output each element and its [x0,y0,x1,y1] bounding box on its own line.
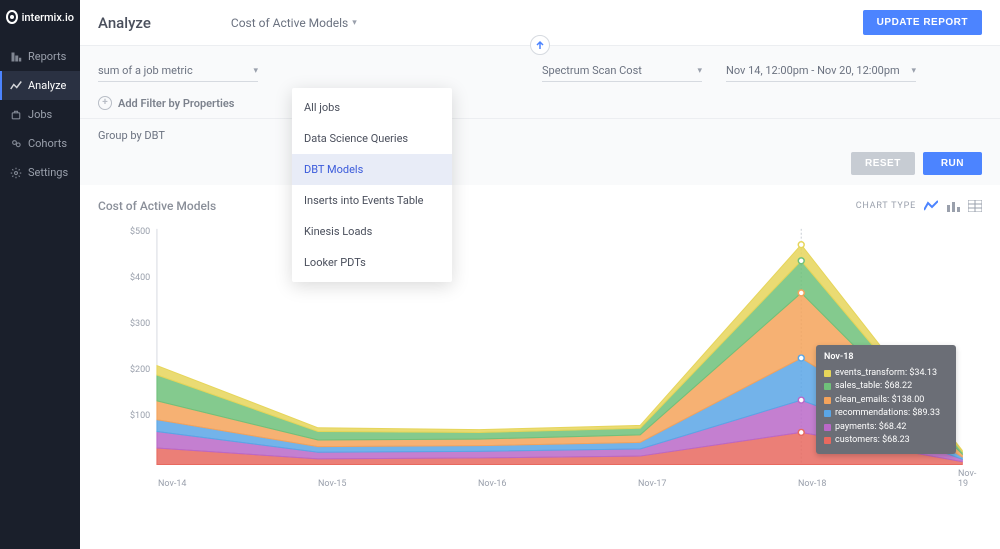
sidebar-item-label: Jobs [28,108,52,121]
bar-chart-icon[interactable] [946,200,960,212]
cohorts-icon [10,138,22,150]
dropdown-option[interactable]: All jobs [292,92,452,123]
y-tick: $200 [130,365,150,375]
metric-select[interactable]: sum of a job metric ▾ [98,60,258,82]
tooltip-row: payments: $68.42 [835,421,906,435]
dropdown-option[interactable]: Looker PDTs [292,247,452,278]
page-title: Analyze [98,14,151,32]
sidebar: intermix.io Reports Analyze Jobs Cohorts… [0,0,80,549]
swatch-icon [824,383,831,390]
sidebar-item-cohorts[interactable]: Cohorts [0,129,80,158]
sidebar-item-reports[interactable]: Reports [0,42,80,71]
brand-logo: intermix.io [0,0,80,34]
chevron-down-icon: ▾ [697,66,702,76]
swatch-icon [824,410,831,417]
chart-title: Cost of Active Models [98,199,216,213]
tooltip-row: events_transform: $34.13 [835,367,937,381]
x-tick: Nov-18 [798,479,826,489]
swatch-icon [824,397,831,404]
chevron-down-icon: ▾ [911,66,916,76]
dropdown-option-selected[interactable]: DBT Models [292,154,452,185]
main-content: Analyze Cost of Active Models ▾ UPDATE R… [80,0,1000,549]
area-chart-icon[interactable] [924,200,938,212]
run-button[interactable]: RUN [923,152,982,175]
swatch-icon [824,437,831,444]
analyze-icon [10,80,22,92]
brand-name: intermix.io [22,11,74,24]
report-name-selector[interactable]: Cost of Active Models ▾ [231,16,357,30]
table-chart-icon[interactable] [968,200,982,212]
report-name-text: Cost of Active Models [231,16,348,30]
tooltip-row: customers: $68.23 [835,434,910,448]
upload-icon[interactable] [530,35,550,55]
x-tick: Nov-14 [158,479,186,489]
x-tick: Nov-15 [318,479,346,489]
filters-panel: sum of a job metric ▾ Spectrum Scan Cost… [80,46,1000,185]
sidebar-item-jobs[interactable]: Jobs [0,100,80,129]
dropdown-option[interactable]: Data Science Queries [292,123,452,154]
topbar: Analyze Cost of Active Models ▾ UPDATE R… [80,0,1000,46]
chevron-down-icon: ▾ [253,66,258,76]
dropdown-option[interactable]: Inserts into Events Table [292,185,452,216]
tooltip-row: recommendations: $89.33 [835,407,940,421]
sidebar-item-label: Analyze [28,79,66,92]
x-tick: Nov-17 [638,479,666,489]
chart-section: Cost of Active Models CHART TYPE $500 $4… [80,185,1000,549]
sidebar-item-label: Settings [28,166,68,179]
sidebar-item-settings[interactable]: Settings [0,158,80,187]
date-range-value: Nov 14, 12:00pm - Nov 20, 12:00pm [726,64,900,77]
cost-metric-select[interactable]: Spectrum Scan Cost ▾ [542,60,702,82]
tooltip-row: sales_table: $68.22 [835,380,912,394]
y-tick: $400 [130,273,150,283]
job-group-dropdown[interactable]: All jobs Data Science Queries DBT Models… [292,88,452,282]
metric-select-value: sum of a job metric [98,64,193,77]
swatch-icon [824,424,831,431]
y-tick: $100 [130,411,150,421]
cost-metric-value: Spectrum Scan Cost [542,64,642,77]
add-filter-button[interactable]: + Add Filter by Properties [98,96,982,110]
sidebar-item-label: Cohorts [28,137,67,150]
y-tick: $300 [130,319,150,329]
update-report-button[interactable]: UPDATE REPORT [863,10,982,35]
main-nav: Reports Analyze Jobs Cohorts Settings [0,42,80,187]
reset-button[interactable]: RESET [851,152,915,175]
chart-tooltip: Nov-18 events_transform: $34.13 sales_ta… [816,345,956,454]
plus-icon: + [98,96,112,110]
sidebar-item-analyze[interactable]: Analyze [0,71,80,100]
group-by-text: Group by DBT [98,129,982,142]
chevron-down-icon: ▾ [352,18,357,28]
tooltip-row: clean_emails: $138.00 [835,394,924,408]
logo-icon [6,10,18,24]
jobs-icon [10,109,22,121]
date-range-select[interactable]: Nov 14, 12:00pm - Nov 20, 12:00pm ▾ [726,60,916,82]
sidebar-item-label: Reports [28,50,66,63]
dropdown-option[interactable]: Kinesis Loads [292,216,452,247]
tooltip-date: Nov-18 [824,351,948,365]
add-filter-label: Add Filter by Properties [118,97,234,110]
chart-type-toggle: CHART TYPE [856,200,982,212]
x-tick: Nov-16 [478,479,506,489]
reports-icon [10,51,22,63]
chart-canvas[interactable]: $500 $400 $300 $200 $100 Nov-14 Nov-15 N… [98,219,982,489]
swatch-icon [824,370,831,377]
chart-type-label: CHART TYPE [856,201,916,211]
x-tick: Nov-19 [958,469,982,489]
settings-icon [10,167,22,179]
y-tick: $500 [130,227,150,237]
